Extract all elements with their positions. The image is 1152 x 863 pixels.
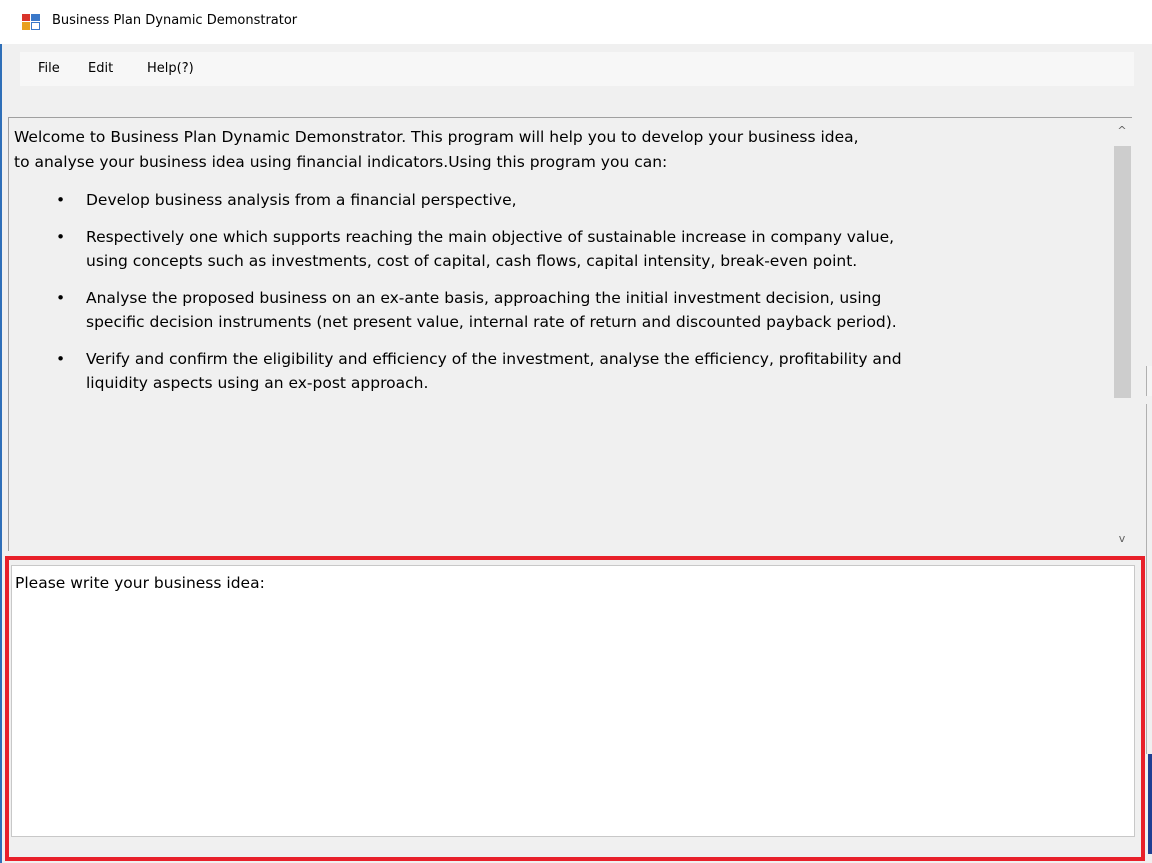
bullet-icon: •	[56, 191, 66, 209]
vertical-scrollbar[interactable]: ^ v	[1112, 118, 1132, 551]
bullet-text: Analyse the proposed business on an ex-a…	[86, 288, 897, 332]
bullet-text: Respectively one which supports reaching…	[86, 227, 895, 271]
bullet-icon: •	[56, 349, 66, 368]
right-panel-control[interactable]	[1146, 366, 1152, 396]
bullet-text: Develop business analysis from a financi…	[86, 191, 517, 209]
info-content: Welcome to Business Plan Dynamic Demonst…	[14, 125, 1094, 396]
window-title: Business Plan Dynamic Demonstrator	[52, 13, 298, 28]
menu-edit[interactable]: Edit	[88, 61, 113, 76]
window-left-edge	[0, 0, 2, 863]
list-item: • Analyse the proposed business on an ex…	[14, 286, 1094, 335]
right-panel-list[interactable]	[1146, 404, 1152, 754]
menu-file[interactable]: File	[38, 61, 60, 76]
highlight-frame: Please write your business idea:	[5, 556, 1145, 861]
bullet-icon: •	[56, 288, 66, 307]
bullet-icon: •	[56, 227, 66, 246]
scroll-down-arrow-icon[interactable]: v	[1112, 530, 1132, 548]
right-panel-edge	[1146, 366, 1152, 863]
list-item: • Verify and confirm the eligibility and…	[14, 347, 1094, 396]
menu-bar: File Edit Help(?)	[20, 52, 1134, 86]
title-bar[interactable]: Business Plan Dynamic Demonstrator	[0, 0, 1152, 44]
scroll-up-arrow-icon[interactable]: ^	[1112, 122, 1132, 140]
application-window-icon	[22, 14, 40, 30]
bullet-text: Verify and confirm the eligibility and e…	[86, 349, 902, 393]
welcome-text: Welcome to Business Plan Dynamic Demonst…	[14, 128, 859, 171]
menu-help[interactable]: Help(?)	[147, 61, 194, 76]
right-panel-accent	[1148, 754, 1152, 854]
list-item: • Respectively one which supports reachi…	[14, 225, 1094, 274]
business-idea-prompt: Please write your business idea:	[15, 574, 265, 592]
business-idea-input[interactable]: Please write your business idea:	[11, 565, 1135, 837]
info-text-box[interactable]: Welcome to Business Plan Dynamic Demonst…	[8, 117, 1132, 551]
scrollbar-thumb[interactable]	[1114, 146, 1131, 398]
list-item: • Develop business analysis from a finan…	[14, 188, 1094, 213]
app-window: Business Plan Dynamic Demonstrator File …	[0, 0, 1152, 863]
